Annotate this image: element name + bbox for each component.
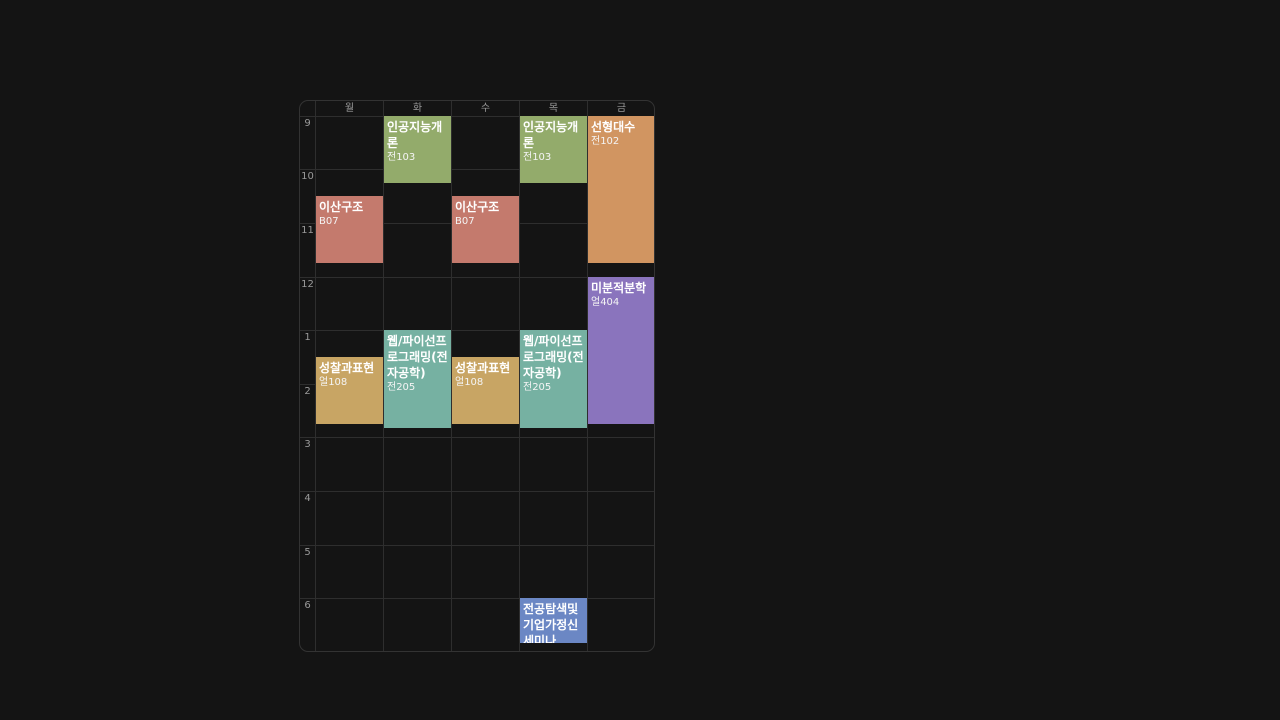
course-room: 전205 [523,382,552,393]
course-block[interactable]: 인공지능개론 전103 [520,116,587,183]
course-room: 얼108 [319,377,348,388]
course-block[interactable]: 선형대수 전102 [588,116,654,263]
course-block[interactable]: 웹/파이선프로그래밍(전자공학) 전205 [520,330,587,428]
course-name: 미분적분학 [591,281,647,295]
hour-label: 1 [304,332,311,343]
hour-label: 12 [301,279,314,290]
course-room: B07 [319,216,339,227]
course-name: 이산구조 [455,200,500,214]
timetable-grid: 월 화 수 목 금 9 10 11 12 1 2 3 4 5 6 인공지능개론 … [299,100,655,652]
course-block[interactable]: 성찰과표현 얼108 [452,357,519,424]
course-room: 얼404 [591,297,620,308]
course-room: B07 [455,216,475,227]
day-header-fri: 금 [616,103,627,114]
course-name: 웹/파이선프로그래밍(전자공학) [523,334,584,380]
day-header-wed: 수 [480,103,491,114]
hour-label: 6 [304,600,311,611]
hour-label: 9 [304,118,311,129]
grid-line [300,437,654,438]
course-name: 인공지능개론 [387,120,443,150]
course-room: 전205 [387,382,416,393]
hour-label: 5 [304,547,311,558]
course-block[interactable]: 미분적분학 얼404 [588,277,654,424]
hour-label: 10 [301,171,314,182]
course-block[interactable]: 이산구조 B07 [452,196,519,263]
course-name: 전공탐색및기업가정신세미나 [523,602,579,643]
course-room: 전102 [591,136,620,147]
grid-line [300,598,654,599]
course-name: 성찰과표현 [319,361,375,375]
day-header-mon: 월 [344,103,355,114]
course-block[interactable]: 이산구조 B07 [316,196,383,263]
day-header-thu: 목 [548,103,559,114]
course-name: 이산구조 [319,200,364,214]
day-header-tue: 화 [412,103,423,114]
course-name: 인공지능개론 [523,120,579,150]
hour-label: 11 [301,225,314,236]
course-block[interactable]: 인공지능개론 전103 [384,116,451,183]
course-name: 성찰과표현 [455,361,511,375]
course-block[interactable]: 성찰과표현 얼108 [316,357,383,424]
hour-label: 4 [304,493,311,504]
course-room: 전103 [523,152,552,163]
course-name: 웹/파이선프로그래밍(전자공학) [387,334,448,380]
hour-label: 2 [304,386,311,397]
grid-line [300,491,654,492]
course-room: 전103 [387,152,416,163]
grid-line [300,545,654,546]
course-block[interactable]: 전공탐색및기업가정신세미나 [520,598,587,643]
hour-label: 3 [304,439,311,450]
course-name: 선형대수 [591,120,636,134]
course-block[interactable]: 웹/파이선프로그래밍(전자공학) 전205 [384,330,451,428]
course-room: 얼108 [455,377,484,388]
